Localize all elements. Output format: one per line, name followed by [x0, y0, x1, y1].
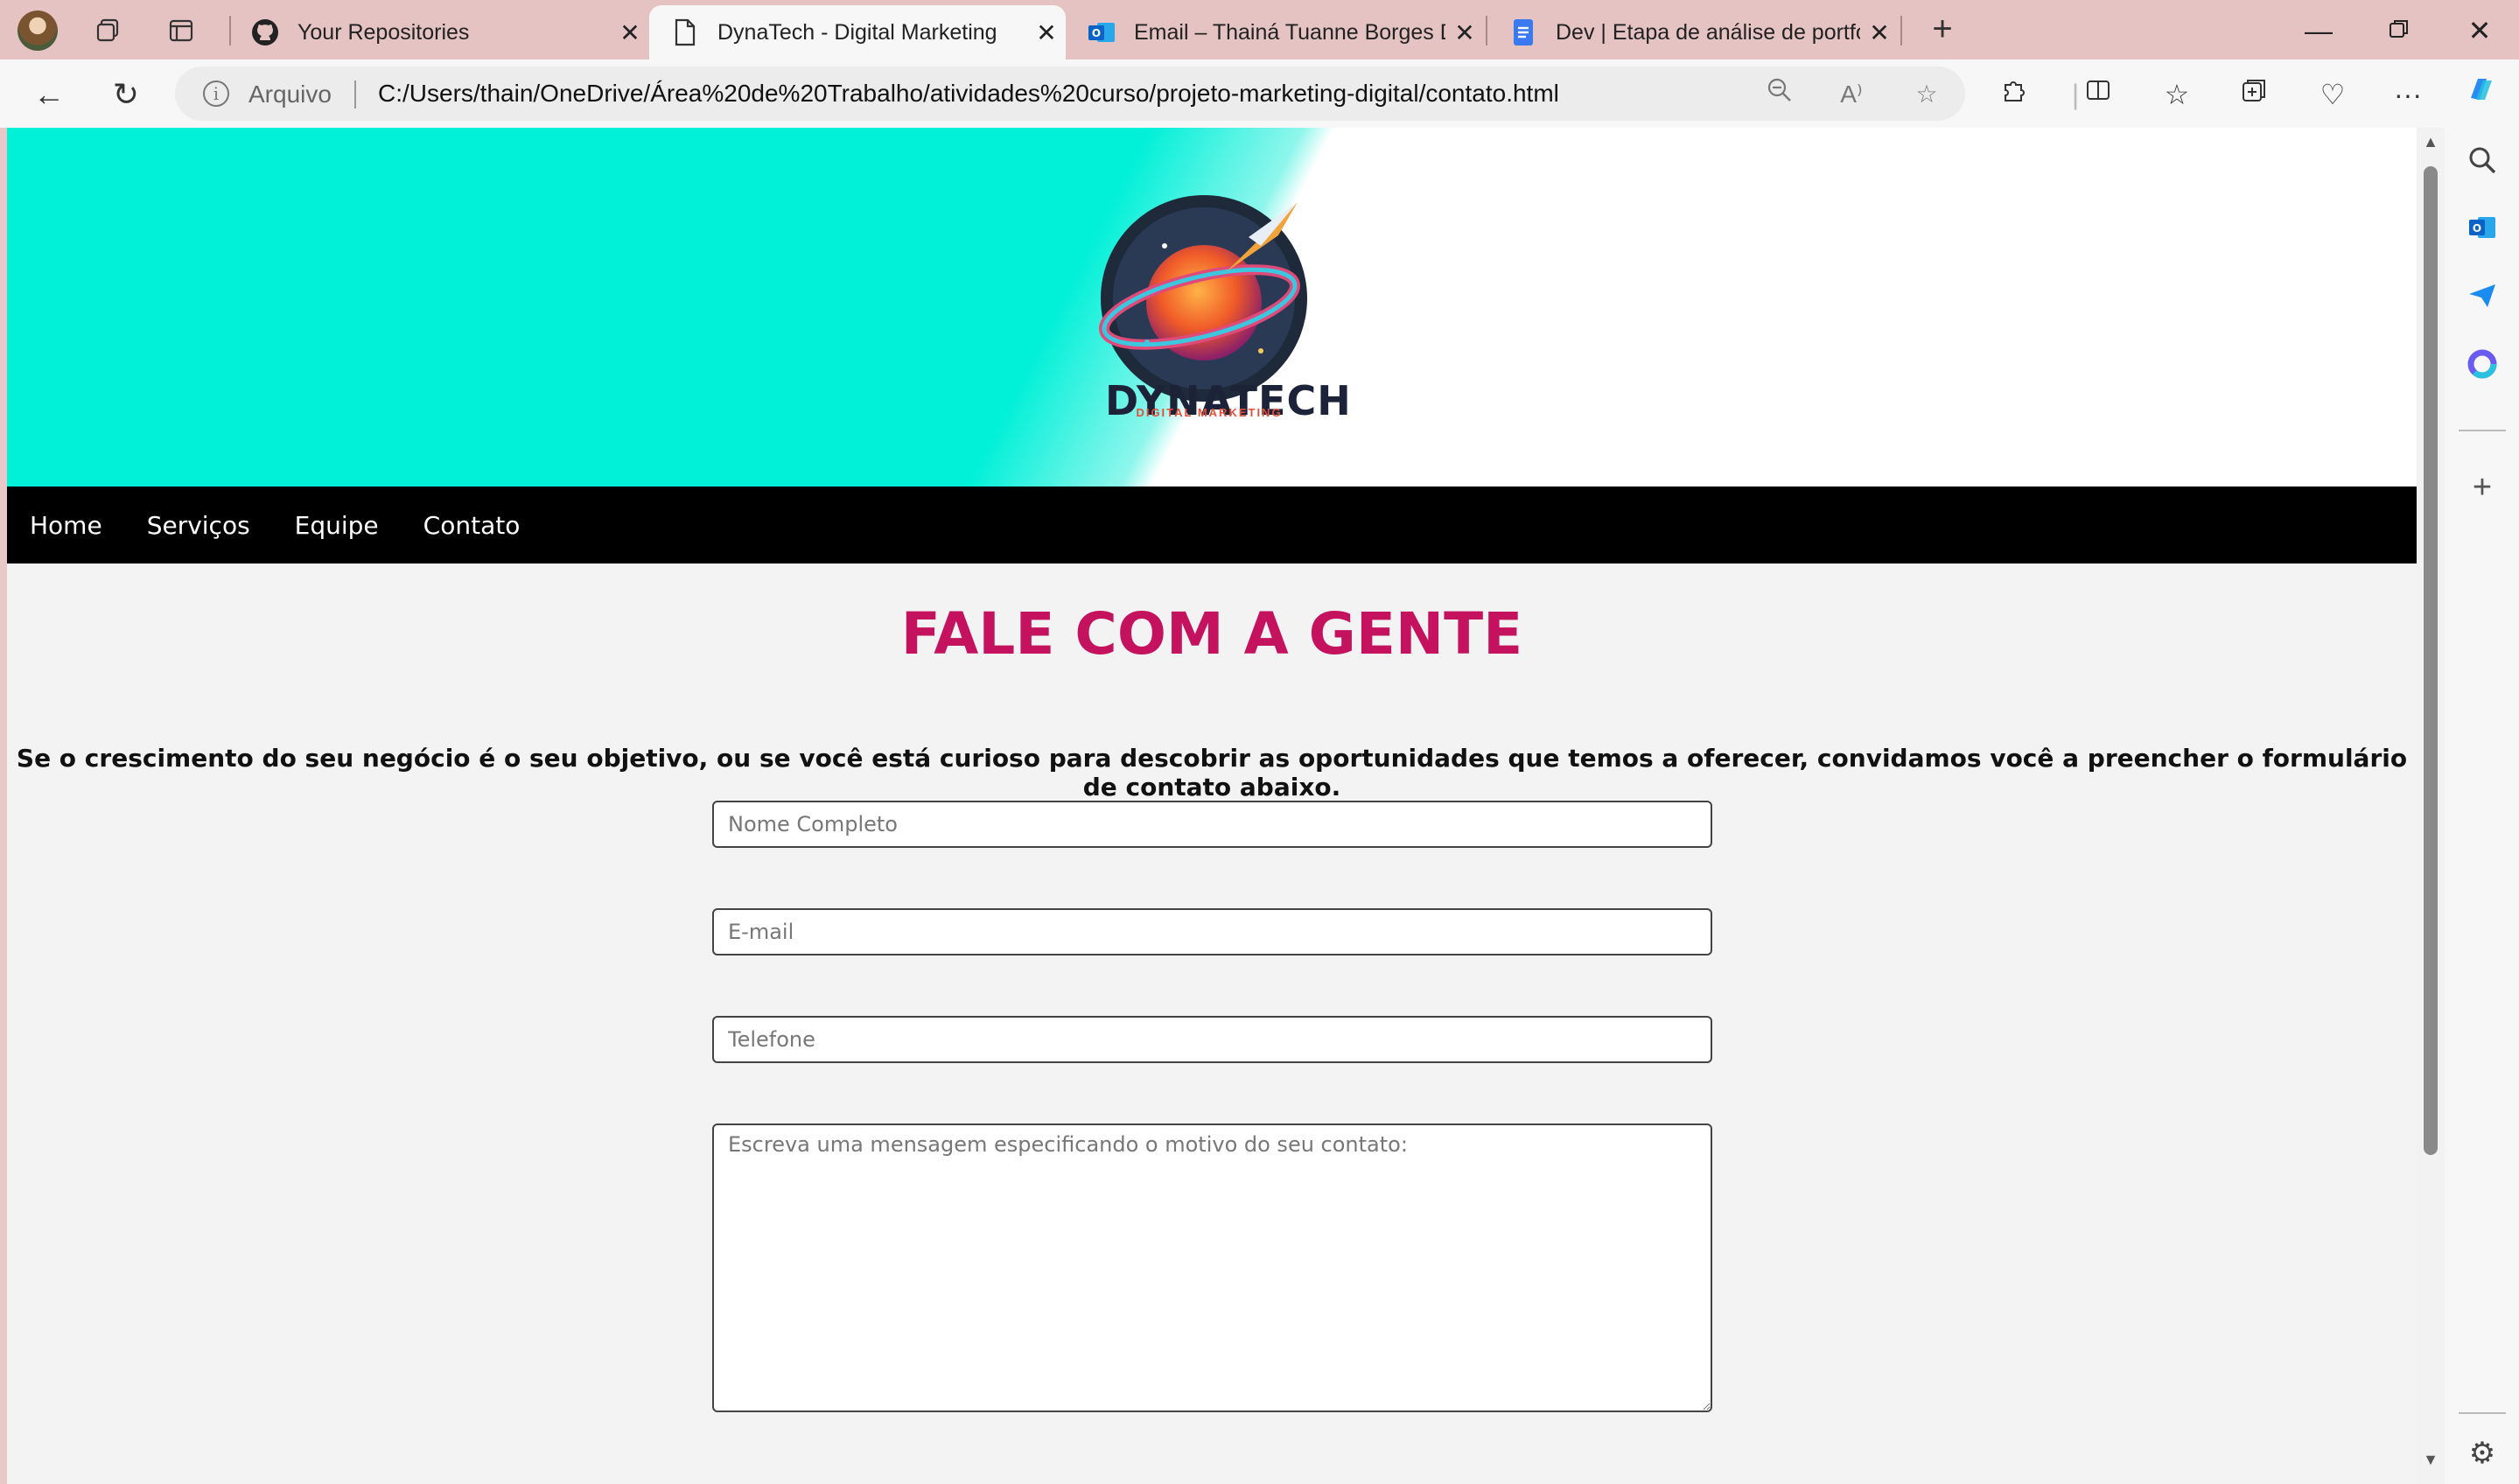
tab-separator	[1900, 16, 1902, 46]
dynatech-logo-icon	[1099, 195, 1307, 402]
outlook-sidebar-icon[interactable]: O	[2460, 212, 2504, 256]
info-icon[interactable]: i	[203, 80, 229, 107]
settings-gear-icon[interactable]: ⚙	[2460, 1432, 2504, 1475]
edge-sidebar: O + ⚙	[2445, 128, 2519, 1484]
tab-title: Your Repositories	[297, 19, 470, 45]
tab-title: Dev | Etapa de análise de portfóli	[1556, 19, 1860, 45]
add-sidebar-app-icon[interactable]: +	[2460, 466, 2504, 509]
url-text[interactable]: C:/Users/thain/OneDrive/Área%20de%20Trab…	[378, 80, 1559, 108]
minimize-icon[interactable]: —	[2292, 9, 2345, 52]
scroll-up-icon[interactable]: ▲	[2420, 133, 2441, 151]
send-icon[interactable]	[2460, 280, 2504, 324]
address-toolbar: ← ↻ i Arquivo C:/Users/thain/OneDrive/Ár…	[0, 60, 2519, 128]
search-icon[interactable]	[2460, 144, 2504, 187]
address-bar[interactable]: i Arquivo C:/Users/thain/OneDrive/Área%2…	[175, 66, 1965, 121]
close-tab-icon[interactable]: ✕	[1860, 18, 1899, 47]
close-tab-icon[interactable]: ✕	[1445, 18, 1484, 47]
message-field[interactable]	[712, 1124, 1712, 1412]
tab-email[interactable]: O Email – Thainá Tuanne Borges Da ✕	[1066, 5, 1484, 60]
extensions-icon[interactable]	[1991, 72, 2037, 117]
github-icon	[250, 18, 280, 47]
page-scrollbar[interactable]: ▲ ▼	[2417, 128, 2445, 1484]
restore-icon[interactable]	[2373, 9, 2425, 52]
close-tab-icon[interactable]: ✕	[611, 18, 649, 47]
nav-link-equipe[interactable]: Equipe	[295, 511, 379, 540]
nav-link-servicos[interactable]: Serviços	[147, 511, 250, 540]
svg-text:O: O	[2473, 222, 2481, 234]
m365-icon[interactable]	[2460, 348, 2504, 392]
sidebar-divider	[2459, 1412, 2506, 1414]
svg-text:O: O	[1092, 27, 1101, 39]
split-screen-icon[interactable]	[2075, 72, 2121, 117]
tab-your-repositories[interactable]: Your Repositories ✕	[229, 5, 649, 60]
scroll-down-icon[interactable]: ▼	[2420, 1451, 2441, 1469]
read-aloud-icon[interactable]: A⁾	[1834, 77, 1869, 112]
close-window-icon[interactable]: ✕	[2453, 9, 2506, 52]
page-viewport: DYNATECH DIGITAL MARKETING Home Serviços…	[7, 128, 2417, 1484]
profile-avatar[interactable]	[17, 10, 58, 51]
nav-link-contato[interactable]: Contato	[423, 511, 521, 540]
favorite-star-icon[interactable]: ☆	[1909, 77, 1944, 112]
name-field[interactable]	[712, 801, 1712, 848]
url-separator	[354, 80, 356, 108]
copilot-icon[interactable]	[2459, 72, 2504, 117]
outlook-icon: O	[1087, 18, 1116, 47]
main-nav: Home Serviços Equipe Contato	[7, 486, 2417, 564]
page-title: FALE COM A GENTE	[900, 600, 1523, 668]
new-tab-button[interactable]: +	[1921, 9, 1964, 52]
scheme-label: Arquivo	[248, 80, 332, 108]
close-tab-icon[interactable]: ✕	[1027, 18, 1066, 47]
workspaces-icon[interactable]	[86, 9, 129, 52]
nav-link-home[interactable]: Home	[30, 511, 102, 540]
page-icon	[670, 18, 700, 47]
phone-field[interactable]	[712, 1016, 1712, 1063]
tab-docs[interactable]: Dev | Etapa de análise de portfóli ✕	[1487, 5, 1899, 60]
email-field[interactable]	[712, 908, 1712, 956]
logo-tagline: DIGITAL MARKETING	[1136, 406, 1283, 419]
tab-title: Email – Thainá Tuanne Borges Da	[1134, 19, 1445, 45]
hero-banner: DYNATECH DIGITAL MARKETING	[7, 128, 2417, 486]
tab-title: DynaTech - Digital Marketing	[717, 19, 997, 45]
tab-dynatech[interactable]: DynaTech - Digital Marketing ✕	[649, 5, 1066, 60]
sidebar-divider	[2459, 430, 2506, 431]
docs-icon	[1508, 18, 1538, 47]
favorites-icon[interactable]: ☆	[2154, 72, 2200, 117]
browser-essentials-icon[interactable]: ♡	[2310, 72, 2355, 117]
back-icon[interactable]: ←	[26, 72, 72, 117]
zoom-out-icon[interactable]	[1762, 77, 1797, 112]
intro-text: Se o crescimento do seu negócio é o seu …	[16, 744, 2408, 802]
more-options-icon[interactable]: ···	[2385, 72, 2431, 117]
refresh-icon[interactable]: ↻	[103, 72, 149, 117]
collections-icon[interactable]	[2231, 72, 2277, 117]
tab-actions-icon[interactable]	[159, 9, 203, 52]
scrollbar-thumb[interactable]	[2424, 166, 2438, 1155]
tab-strip: Your Repositories ✕ DynaTech - Digital M…	[0, 0, 2519, 60]
